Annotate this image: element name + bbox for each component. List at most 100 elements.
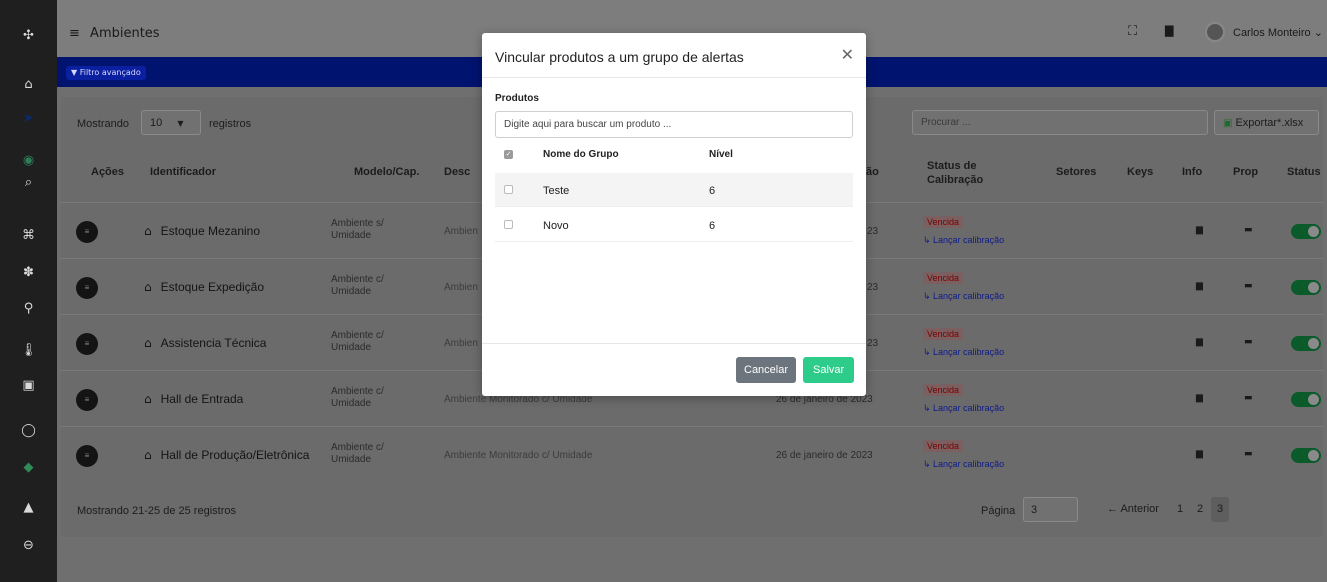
row-name: Estoque Expedição [160,280,265,294]
row-descricao: Ambien [444,282,478,293]
network-icon[interactable]: ⚲ [0,296,57,320]
user-circle-icon[interactable]: ⊖ [0,533,57,557]
folder-icon[interactable]: ▬ [1244,281,1253,291]
building-icon: ⌂ [144,392,152,406]
row-modelo: Ambiente c/ Umidade [331,442,384,465]
search-input[interactable]: Procurar ... [912,110,1208,135]
launch-calibration-link[interactable]: ↳ Lançar calibração [923,403,1004,414]
col-identificador[interactable]: Identificador [150,166,216,178]
thermometer-icon[interactable]: 🌡 [0,338,57,362]
fullscreen-icon[interactable]: ⛶ [1128,24,1137,39]
actions-button[interactable]: ≡ [76,333,98,355]
menu-icon[interactable]: ≡ [69,26,80,41]
launch-calibration-link[interactable]: ↳ Lançar calibração [923,347,1004,358]
export-button[interactable]: ▣ Exportar*.xlsx [1214,110,1319,135]
info-icon[interactable]: ▆ [1196,393,1203,403]
table-row: ≡ ⌂ Hall de Produção/Eletrônica Ambiente … [61,426,1323,482]
row-identifier: ⌂ Hall de Entrada [144,392,243,406]
col-data-calibracao[interactable]: ão [866,166,879,178]
page-size-select[interactable]: 10 ▼ [141,110,201,135]
row-name: Hall de Produção/Eletrônica [160,448,310,462]
row-date: 23 [867,226,879,237]
cancel-button[interactable]: Cancelar [736,357,797,383]
group-level: 6 [709,185,716,197]
launch-calibration-link[interactable]: ↳ Lançar calibração [923,459,1004,470]
row-descricao: Ambien [444,338,478,349]
command-icon[interactable]: ⌘ [0,223,57,247]
group-name: Teste [543,185,570,197]
info-icon[interactable]: ▆ [1196,337,1203,347]
status-toggle[interactable] [1291,392,1321,407]
col-status[interactable]: Status [1287,166,1321,178]
status-badge: Vencida [923,384,964,396]
records-label: registros [209,118,252,130]
page-button-3[interactable]: 3 [1211,497,1230,522]
col-descricao[interactable]: Desc [444,166,470,178]
select-all-checkbox[interactable]: ✓ [504,150,513,159]
status-toggle[interactable] [1291,224,1321,239]
chip-icon[interactable]: ▣ [0,373,57,397]
status-toggle[interactable] [1291,280,1321,295]
row-date: 23 [867,282,879,293]
page-size-value: 10 [150,117,163,129]
group-level: 6 [709,220,716,232]
folder-icon[interactable]: ▬ [1244,225,1253,235]
circle-icon[interactable]: ◯ [0,418,57,442]
actions-button[interactable]: ≡ [76,389,98,411]
col-prop[interactable]: Prop [1233,166,1258,178]
clipboard-search-icon[interactable]: ⌕ [0,170,57,194]
row-modelo: Ambiente c/ Umidade [331,386,384,409]
group-row[interactable]: Novo 6 [495,208,853,242]
actions-button[interactable]: ≡ [76,277,98,299]
actions-button[interactable]: ≡ [76,221,98,243]
status-toggle[interactable] [1291,448,1321,463]
col-level: Nível [709,149,733,160]
settings-icon[interactable]: ✽ [0,260,57,284]
col-keys[interactable]: Keys [1127,166,1153,178]
modal-header-divider [482,77,866,78]
prev-page-button[interactable]: ← Anterior [1101,497,1165,522]
launch-calibration-link[interactable]: ↳ Lançar calibração [923,291,1004,302]
page-number-input[interactable]: 3 [1023,497,1078,522]
col-group-name: Nome do Grupo [543,149,619,160]
warning-icon[interactable]: ▲ [0,495,57,519]
logo-icon[interactable]: ✣ [0,23,57,47]
products-label: Produtos [495,93,539,104]
info-icon[interactable]: ▆ [1196,281,1203,291]
send-icon[interactable]: ➤ [0,106,57,130]
folder-icon[interactable]: ▬ [1244,393,1253,403]
launch-calibration-link[interactable]: ↳ Lançar calibração [923,235,1004,246]
pagination-summary: Mostrando 21-25 de 25 registros [77,505,236,517]
status-toggle[interactable] [1291,336,1321,351]
save-button[interactable]: Salvar [803,357,855,383]
status-badge: Vencida [923,272,964,284]
col-modelo[interactable]: Modelo/Cap. [354,166,419,178]
page-button-1[interactable]: 1 [1171,497,1189,522]
page-button-2[interactable]: 2 [1191,497,1209,522]
actions-button[interactable]: ≡ [76,445,98,467]
row-identifier: ⌂ Hall de Produção/Eletrônica [144,448,309,462]
group-checkbox[interactable] [504,220,513,229]
building-icon: ⌂ [144,336,152,350]
col-status-calibracao[interactable]: Status de Calibração [927,159,997,187]
info-icon[interactable]: ▆ [1196,449,1203,459]
group-row[interactable]: Teste 6 [495,173,853,207]
home-icon[interactable]: ⌂ [0,72,57,96]
group-checkbox[interactable] [504,185,513,194]
col-setores[interactable]: Setores [1056,166,1096,178]
book-icon[interactable]: ▇ [1165,24,1173,37]
avatar[interactable] [1205,22,1225,42]
user-menu[interactable]: Carlos Monteiro ⌄ [1233,26,1323,39]
folder-icon[interactable]: ▬ [1244,449,1253,459]
col-info[interactable]: Info [1182,166,1202,178]
product-search-input[interactable]: Digite aqui para buscar um produto ... [495,111,853,138]
row-descricao: Ambien [444,226,478,237]
col-acoes[interactable]: Ações [91,166,124,178]
info-icon[interactable]: ▆ [1196,225,1203,235]
advanced-filter-button[interactable]: ▼ Filtro avançado [66,66,146,80]
export-label: Exportar*.xlsx [1235,117,1304,129]
close-icon[interactable]: ✕ [841,45,854,64]
diamond-icon[interactable]: ◆ [0,455,57,479]
target-icon[interactable]: ◉ [0,148,57,172]
folder-icon[interactable]: ▬ [1244,337,1253,347]
